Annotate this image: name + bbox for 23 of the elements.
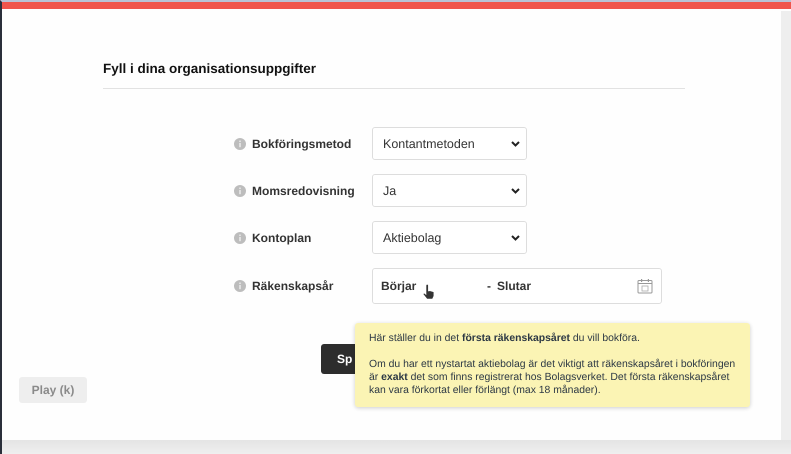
calendar-icon[interactable] bbox=[637, 278, 653, 294]
info-icon[interactable] bbox=[234, 138, 246, 150]
tooltip-text: Här ställer du in det första räkenskapsåret du vill bokföra. bbox=[369, 332, 641, 345]
date-separator: - bbox=[487, 279, 491, 293]
field-label: Kontoplan bbox=[252, 230, 312, 244]
info-icon[interactable] bbox=[234, 280, 246, 292]
date-range-field[interactable]: Börjar - Slutar bbox=[372, 268, 662, 304]
hand-cursor-icon bbox=[422, 284, 436, 300]
field-label: Momsredovisning bbox=[252, 184, 356, 198]
start-date-input[interactable]: Börjar bbox=[381, 279, 481, 293]
end-date-input[interactable]: Slutar bbox=[497, 279, 597, 293]
form-heading: Fyll i dina organisationsuppgifter bbox=[103, 61, 318, 76]
chevron-down-icon bbox=[511, 140, 520, 146]
field-label: Bokföringsmetod bbox=[252, 136, 352, 150]
field-label: Räkenskapsår bbox=[252, 279, 334, 293]
select-field[interactable]: Kontantmetoden bbox=[372, 127, 527, 160]
info-icon[interactable] bbox=[234, 232, 246, 244]
chevron-down-icon bbox=[511, 234, 520, 240]
player-tooltip: Play (k) bbox=[19, 377, 87, 403]
select-field[interactable]: Aktiebolag bbox=[372, 221, 527, 254]
select-field[interactable]: Ja bbox=[372, 174, 527, 207]
info-icon[interactable] bbox=[234, 184, 246, 196]
chevron-down-icon bbox=[511, 188, 520, 194]
